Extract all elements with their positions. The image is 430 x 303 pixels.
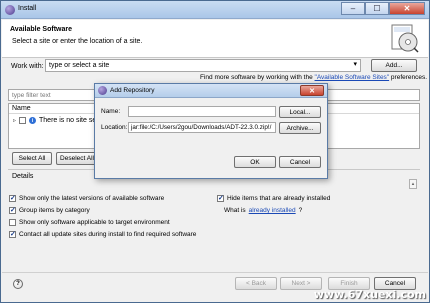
option-contact-all[interactable]: Contact all update sites during install … <box>9 230 197 238</box>
applicable-only-label: Show only software applicable to target … <box>19 219 170 226</box>
what-is-prefix: What is <box>224 207 246 214</box>
hide-installed-label: Hide items that are already installed <box>227 195 331 202</box>
name-label: Name: <box>101 108 121 115</box>
maximize-button[interactable]: ☐ <box>365 2 389 15</box>
more-software-suffix: preferences. <box>389 74 428 81</box>
add-site-button[interactable]: Add... <box>371 59 417 72</box>
contact-all-checkbox[interactable] <box>9 230 16 238</box>
work-with-label: Work with: <box>11 63 44 70</box>
eclipse-icon <box>98 86 107 95</box>
option-latest-versions[interactable]: Show only the latest versions of availab… <box>9 194 165 202</box>
details-scroll-icon[interactable]: ▴ <box>409 179 417 189</box>
eclipse-icon <box>5 5 15 15</box>
available-sites-link[interactable]: "Available Software Sites" <box>315 74 390 81</box>
work-with-combo[interactable]: type or select a site ▾ <box>45 59 361 72</box>
archive-button[interactable]: Archive... <box>279 122 321 134</box>
back-button[interactable]: < Back <box>235 277 277 290</box>
help-icon[interactable]: ? <box>13 279 23 289</box>
close-button[interactable]: ✕ <box>389 2 425 15</box>
add-repository-dialog: Add Repository ✕ Name: Local... Location… <box>94 83 328 179</box>
deselect-all-button[interactable]: Deselect All <box>56 152 98 165</box>
location-label: Location: <box>101 124 128 131</box>
window-title: Install <box>18 5 37 12</box>
what-is-installed-text: What is already installed? <box>224 207 302 214</box>
hide-installed-checkbox[interactable] <box>217 194 224 202</box>
more-software-prefix: Find more software by working with the <box>200 74 315 81</box>
minimize-button[interactable]: ‒ <box>341 2 365 15</box>
select-all-button[interactable]: Select All <box>12 152 52 165</box>
table-row[interactable]: ▹ i There is no site sele <box>13 117 102 124</box>
option-applicable-only[interactable]: Show only software applicable to target … <box>9 219 170 226</box>
wizard-header: Available Software Select a site or ente… <box>2 20 428 58</box>
row-checkbox[interactable] <box>19 117 27 124</box>
site-watermark: www.67xuexi.com <box>313 288 426 301</box>
group-by-category-label: Group items by category <box>19 207 90 214</box>
details-label: Details <box>12 173 34 180</box>
window-titlebar: Install ‒ ☐ ✕ <box>1 1 429 19</box>
dialog-close-button[interactable]: ✕ <box>300 85 324 96</box>
window-controls: ‒ ☐ ✕ <box>341 2 425 15</box>
latest-versions-checkbox[interactable] <box>9 194 16 202</box>
work-with-placeholder: type or select a site <box>49 62 110 69</box>
option-hide-installed[interactable]: Hide items that are already installed <box>217 194 331 202</box>
dialog-titlebar: Add Repository ✕ <box>95 84 327 98</box>
page-title: Available Software <box>10 26 72 33</box>
row-text: There is no site sele <box>39 117 102 124</box>
chevron-down-icon[interactable]: ▾ <box>353 60 357 68</box>
applicable-only-checkbox[interactable] <box>9 219 16 226</box>
more-software-text: Find more software by working with the "… <box>200 74 427 81</box>
dialog-title: Add Repository <box>110 87 155 94</box>
page-subtitle: Select a site or enter the location of a… <box>12 38 143 45</box>
location-input[interactable]: jar:file:/C:/Users/2gou/Downloads/ADT-22… <box>128 122 276 133</box>
dialog-ok-button[interactable]: OK <box>234 156 276 168</box>
footer-separator <box>2 272 428 273</box>
latest-versions-label: Show only the latest versions of availab… <box>19 195 165 202</box>
option-group-by-category[interactable]: Group items by category <box>9 206 90 214</box>
already-installed-link[interactable]: already installed <box>249 207 296 214</box>
contact-all-label: Contact all update sites during install … <box>19 231 197 238</box>
twisty-icon[interactable]: ▹ <box>13 117 16 124</box>
local-button[interactable]: Local... <box>279 106 321 118</box>
info-icon: i <box>29 117 37 124</box>
name-input[interactable] <box>128 106 276 117</box>
dialog-cancel-button[interactable]: Cancel <box>279 156 321 168</box>
what-is-suffix: ? <box>298 207 303 214</box>
group-by-category-checkbox[interactable] <box>9 206 16 214</box>
install-cd-icon <box>391 24 419 53</box>
